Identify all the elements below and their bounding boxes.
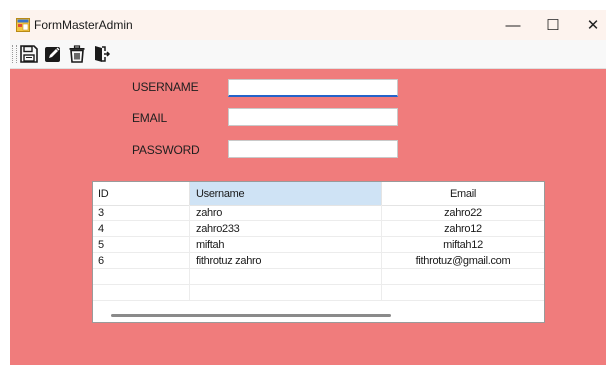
cell-id[interactable]: 6 [93,253,190,269]
column-header-id[interactable]: ID [93,182,190,205]
table-row[interactable]: 5 miftah miftah12 [93,237,544,253]
toolbar-grip[interactable] [12,45,17,63]
cell-username[interactable]: miftah [190,237,382,253]
username-label: USERNAME [132,80,199,94]
edit-icon [45,47,60,62]
column-header-username[interactable]: Username [190,182,382,205]
save-button[interactable] [18,43,40,65]
scrollbar-thumb[interactable] [111,314,391,317]
delete-button[interactable] [66,43,88,65]
table-row[interactable]: 4 zahro233 zahro12 [93,221,544,237]
cell-id[interactable] [93,269,190,285]
empty-row [93,285,544,301]
cell-email[interactable]: zahro12 [382,221,544,237]
save-icon [20,45,38,63]
grid-body: 3 zahro zahro22 4 zahro233 zahro12 5 mif… [93,205,544,308]
cell-username[interactable]: zahro233 [190,221,382,237]
email-label: EMAIL [132,111,168,125]
delete-icon [69,45,85,63]
cell-id[interactable]: 5 [93,237,190,253]
toolbar [10,40,606,69]
cell-username[interactable]: zahro [190,205,382,221]
cell-username[interactable]: fithrotuz zahro [190,253,382,269]
app-icon [16,18,30,32]
table-row[interactable]: 3 zahro zahro22 [93,205,544,221]
cell-email [382,285,544,301]
form-client-area: USERNAME EMAIL PASSWORD ID Username Emai… [10,69,606,365]
edit-button[interactable] [42,43,64,65]
cell-id [93,285,190,301]
password-input[interactable] [228,140,398,158]
cell-email[interactable]: fithrotuz@gmail.com [382,253,544,269]
password-label: PASSWORD [132,143,200,157]
cell-email[interactable]: miftah12 [382,237,544,253]
window-title: FormMasterAdmin [34,18,133,32]
column-header-email[interactable]: Email [382,182,544,205]
table-row[interactable]: 6 fithrotuz zahro fithrotuz@gmail.com [93,253,544,269]
cell-username[interactable] [190,269,382,285]
cell-id[interactable]: 3 [93,205,190,221]
username-input[interactable] [228,79,398,97]
empty-new-row[interactable] [93,269,544,285]
app-window: FormMasterAdmin — ☐ ✕ USERNAME EMAIL PAS… [10,10,606,365]
close-button[interactable]: ✕ [570,10,606,40]
users-grid[interactable]: ID Username Email 3 zahro zahro22 4 zahr… [92,181,545,323]
cell-id[interactable]: 4 [93,221,190,237]
horizontal-scrollbar[interactable] [93,308,544,322]
grid-header: ID Username Email [93,182,544,206]
cell-username [190,285,382,301]
exit-icon [95,46,111,62]
cell-email[interactable] [382,269,544,285]
email-input[interactable] [228,108,398,126]
exit-button[interactable] [90,43,112,65]
title-bar[interactable]: FormMasterAdmin — ☐ ✕ [10,10,606,40]
cell-email[interactable]: zahro22 [382,205,544,221]
